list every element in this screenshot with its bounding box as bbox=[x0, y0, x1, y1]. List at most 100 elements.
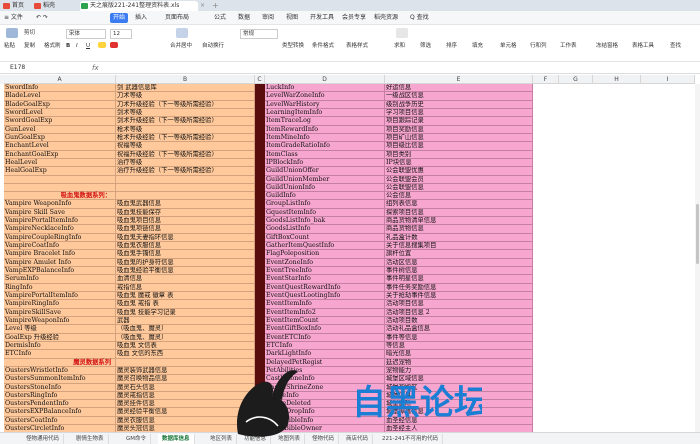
cell-b[interactable]: 魔灵衣服信息 bbox=[116, 416, 255, 426]
menu-file[interactable]: ≡ 文件 bbox=[4, 13, 23, 23]
cell-b[interactable]: 魔灵石头信息 bbox=[116, 383, 255, 392]
cell-b[interactable]: 血清信息 bbox=[116, 275, 255, 284]
cell-c[interactable] bbox=[255, 341, 265, 351]
menu-data[interactable]: 数据 bbox=[238, 13, 250, 23]
cell-e[interactable]: 商品货物信息 bbox=[385, 225, 533, 234]
cell-a[interactable]: VampireRingInfo bbox=[4, 300, 116, 309]
cell-c[interactable] bbox=[255, 108, 265, 118]
cell-d[interactable]: EventStarInfo bbox=[265, 275, 385, 284]
name-box[interactable]: E178 bbox=[10, 64, 60, 72]
cell-f[interactable] bbox=[533, 292, 700, 301]
cell-d[interactable]: ETCInfo bbox=[265, 341, 385, 351]
cell-c[interactable] bbox=[255, 133, 265, 143]
tab-home[interactable]: 首页 bbox=[2, 1, 30, 11]
cell-f[interactable] bbox=[533, 341, 700, 351]
column-header-f[interactable]: F bbox=[533, 75, 559, 84]
cell-f[interactable] bbox=[533, 208, 700, 218]
cell-b[interactable]: 治疗升级经验（下一等级所需经验） bbox=[116, 167, 255, 176]
cell-e[interactable]: 一级战区信息 bbox=[385, 92, 533, 101]
cell-d[interactable]: ItemRewardInfo bbox=[265, 125, 385, 134]
cell-f[interactable] bbox=[533, 400, 700, 409]
cell-b[interactable]: 祝福等级 bbox=[116, 142, 255, 151]
cell-a[interactable]: HealLevel bbox=[4, 158, 116, 168]
cell-e[interactable]: 组列表信息 bbox=[385, 200, 533, 209]
font-size-select[interactable]: 12 bbox=[110, 29, 132, 39]
cell-b[interactable] bbox=[116, 183, 255, 193]
cell-c[interactable] bbox=[255, 84, 265, 93]
sheet-tab[interactable]: 怪物代码 bbox=[308, 434, 340, 444]
fx-icon[interactable]: fx bbox=[92, 63, 99, 73]
cell-a[interactable]: OustersCircletInfo bbox=[4, 425, 116, 432]
cell-b[interactable]: 戒指信息 bbox=[116, 283, 255, 292]
cell-d[interactable]: FlagPoleposition bbox=[265, 250, 385, 259]
cell-c[interactable] bbox=[255, 225, 265, 234]
cell-d[interactable]: LevelWarHistory bbox=[265, 100, 385, 109]
cell-c[interactable] bbox=[255, 275, 265, 284]
cell-d[interactable]: GuildUnionOffer bbox=[265, 167, 385, 176]
cell-a[interactable]: SwordInfo bbox=[4, 84, 116, 93]
cell-a[interactable]: BladeLevel bbox=[4, 92, 116, 101]
table-tools-button[interactable]: 表格工具 bbox=[632, 42, 654, 50]
worksheet-button[interactable]: 工作表 bbox=[560, 42, 577, 50]
cell-e[interactable]: 项目跟踪记录 bbox=[385, 117, 533, 126]
cell-d[interactable]: LuckInfo bbox=[265, 84, 385, 93]
cell-c[interactable] bbox=[255, 366, 265, 376]
cell-a[interactable]: Level 等级 bbox=[4, 325, 116, 334]
cell-b[interactable]: 魔灵挂件信息 bbox=[116, 400, 255, 409]
cell-b[interactable]: 魔灵头冠信息 bbox=[116, 425, 255, 432]
cell-a[interactable]: 魔灵数据系列 bbox=[4, 358, 116, 367]
cell-a[interactable]: BladeGoalExp bbox=[4, 100, 116, 109]
cell-d[interactable]: LearningItemInfo bbox=[265, 108, 385, 118]
sort-button[interactable]: 排序 bbox=[446, 42, 457, 50]
cell-c[interactable] bbox=[255, 167, 265, 176]
menu-page-layout[interactable]: 页面布局 bbox=[165, 13, 189, 23]
close-tab-icon[interactable]: × bbox=[200, 1, 205, 11]
cell-a[interactable]: VampireNecklaceInfo bbox=[4, 225, 116, 234]
cell-a[interactable]: SwordGoalExp bbox=[4, 117, 116, 126]
cell-f[interactable] bbox=[533, 333, 700, 342]
merge-icon[interactable] bbox=[176, 28, 188, 38]
merge-center-button[interactable]: 合并居中 bbox=[170, 42, 192, 50]
cell-c[interactable] bbox=[255, 142, 265, 151]
cell-d[interactable]: CastleInfo bbox=[265, 391, 385, 401]
cell-b[interactable]: 枪术升级经验（下一等级所需经验） bbox=[116, 133, 255, 143]
cell-e[interactable]: 城堡信息 bbox=[385, 391, 533, 401]
scroll-thumb[interactable] bbox=[696, 204, 699, 264]
cell-a[interactable]: OustersWristletInfo bbox=[4, 366, 116, 376]
fill-color-icon[interactable] bbox=[98, 42, 106, 48]
cell-b[interactable]: 吸血鬼 戒指 表 bbox=[116, 300, 255, 309]
cell-f[interactable] bbox=[533, 350, 700, 359]
cell-d[interactable]: BloodBibleOwner bbox=[265, 425, 385, 432]
menu-home[interactable]: 开始 bbox=[110, 13, 129, 23]
cell-c[interactable] bbox=[255, 217, 265, 226]
cell-d[interactable]: GquestItemInfo bbox=[265, 208, 385, 218]
cell-c[interactable] bbox=[255, 92, 265, 101]
cell-b[interactable]: 刀术升级经验（下一等级所需经验） bbox=[116, 100, 255, 109]
cell-f[interactable] bbox=[533, 175, 700, 184]
cell-e[interactable]: 事件等信息 bbox=[385, 333, 533, 342]
cell-b[interactable]: 刀术等级 bbox=[116, 92, 255, 101]
cell-a[interactable]: ETCInfo bbox=[4, 350, 116, 359]
cell-c[interactable] bbox=[255, 308, 265, 317]
cell-e[interactable]: 等信息 bbox=[385, 341, 533, 351]
cell-f[interactable] bbox=[533, 275, 700, 284]
cell-b[interactable]: 祝福升级经验（下一等级所需经验） bbox=[116, 150, 255, 159]
cell-c[interactable] bbox=[255, 125, 265, 134]
cell-f[interactable] bbox=[533, 267, 700, 276]
cell-b[interactable]: （吸血鬼、魔灵） bbox=[116, 325, 255, 334]
cell-a[interactable]: OustersRingInfo bbox=[4, 391, 116, 401]
cell-d[interactable]: GuildUnionMember bbox=[265, 175, 385, 184]
cell-d[interactable]: GiftBoxCount bbox=[265, 233, 385, 243]
cell-a[interactable]: VampirePortalItemInfo bbox=[4, 217, 116, 226]
cell-c[interactable] bbox=[255, 117, 265, 126]
cell-a[interactable]: Vampire Skill Save bbox=[4, 208, 116, 218]
cell-e[interactable]: 活动项目数 bbox=[385, 316, 533, 326]
cell-d[interactable]: LevelWarZoneInfo bbox=[265, 92, 385, 101]
cell-f[interactable] bbox=[533, 92, 700, 101]
cell-e[interactable]: 级别战争历史 bbox=[385, 100, 533, 109]
cell-e[interactable]: 礼品盒计数 bbox=[385, 233, 533, 243]
cell-a[interactable] bbox=[4, 183, 116, 193]
cell-f[interactable] bbox=[533, 192, 700, 201]
copy-button[interactable]: 复制 bbox=[24, 42, 35, 50]
wrap-text-button[interactable]: 自动换行 bbox=[202, 42, 224, 50]
